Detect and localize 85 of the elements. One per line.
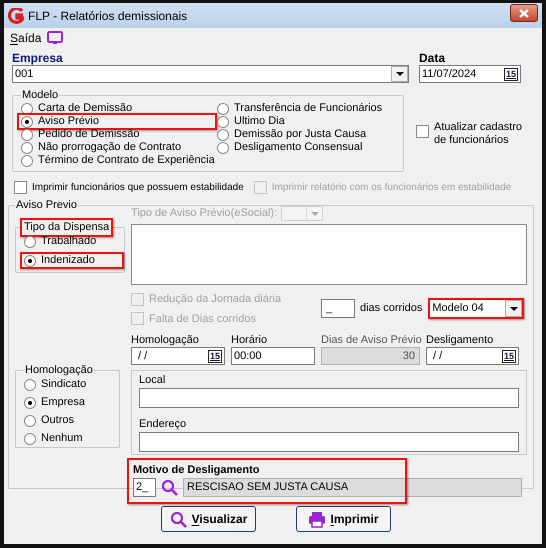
radio-button[interactable] — [24, 432, 36, 444]
code-field[interactable]: 2_ — [133, 478, 156, 497]
memo-box[interactable] — [131, 224, 527, 285]
group-title: Aviso Previo — [15, 199, 78, 212]
calendar-icon[interactable]: 15 — [208, 350, 222, 362]
radio-label: Indenizado — [41, 254, 95, 267]
checkbox-label: Redução da Jornada diária — [149, 292, 282, 307]
close-button[interactable] — [510, 4, 538, 22]
radio-label: Demissão por Justa Causa — [234, 128, 366, 141]
checkbox[interactable] — [416, 125, 429, 138]
preview-button[interactable]: Visualizar — [161, 506, 256, 532]
menu-item[interactable]: Saída — [10, 29, 42, 47]
group-title: Homologação — [24, 364, 94, 377]
radio-label: Transferência de Funcionários — [234, 102, 382, 115]
field-label: Data — [419, 51, 446, 65]
radio-label: Carta de Demissão — [38, 102, 132, 115]
radio-button[interactable] — [24, 396, 36, 408]
radio-label: Desligamento Consensual — [234, 141, 362, 154]
search-icon[interactable] — [161, 479, 178, 496]
field-label: Desligamento — [426, 333, 494, 347]
radio-button[interactable] — [21, 102, 33, 114]
print-button[interactable]: Imprimir — [296, 506, 391, 532]
date-field[interactable]: / / 15 — [131, 347, 225, 365]
radio-button[interactable] — [24, 254, 36, 266]
radio-label: Término de Contrato de Experiência — [38, 154, 215, 167]
checkbox[interactable] — [14, 181, 27, 194]
radio-label: Outros — [41, 414, 74, 427]
group-title: Modelo — [21, 89, 60, 102]
field-label: Local — [139, 373, 166, 387]
radio-label: Empresa — [41, 396, 86, 409]
radio-label: Aviso Prévio — [38, 115, 99, 128]
monitor-icon[interactable] — [47, 31, 64, 45]
field-label: Tipo de Aviso Prévio(eSocial): — [131, 206, 278, 222]
group-title: Tipo da Dispensa — [20, 218, 114, 237]
radio-label: Sindicato — [41, 378, 86, 391]
field-value: 30 — [402, 348, 415, 364]
radio-label: Pedido de Demissão — [38, 128, 140, 141]
local-field[interactable] — [139, 388, 519, 408]
field-value: / / — [432, 348, 444, 364]
radio-label: Nenhum — [41, 432, 83, 445]
field-label: Empresa — [12, 51, 64, 65]
section-label: Motivo de Desligamento — [133, 463, 261, 477]
printer-icon — [308, 510, 326, 528]
calendar-icon[interactable]: 15 — [502, 350, 516, 362]
field-label: Dias de Aviso Prévio — [321, 333, 420, 347]
radio-button[interactable] — [21, 154, 33, 166]
radio-label: Não prorrogação de Contrato — [38, 141, 182, 154]
radio-label: Ultimo Dia — [234, 115, 285, 128]
field-value: 00:00 — [234, 348, 262, 364]
checkbox-label: Falta de Dias corridos — [149, 312, 256, 326]
radio-button[interactable] — [21, 142, 33, 154]
dropdown-button[interactable] — [505, 300, 522, 317]
window-title: FLP - Relatórios demissionais — [28, 8, 188, 24]
time-field[interactable]: 00:00 — [231, 347, 315, 365]
field-label: Horário — [231, 333, 268, 347]
close-icon — [519, 8, 529, 18]
radio-button[interactable] — [24, 378, 36, 390]
field-label: Homologação — [131, 333, 200, 347]
radio-label: Trabalhado — [41, 235, 96, 248]
checkbox-label: Imprimir relatório com os funcionários em estabilidade — [272, 181, 512, 195]
radio-button[interactable] — [217, 116, 229, 128]
calendar-icon[interactable]: 15 — [504, 68, 518, 80]
app-logo-icon — [8, 8, 24, 24]
days-field[interactable]: _ — [321, 299, 355, 318]
company-dropdown[interactable]: 001 — [12, 65, 409, 83]
dropdown-value: 001 — [14, 66, 34, 82]
checkbox-label: Atualizar cadastro de funcionários — [434, 121, 524, 147]
checkbox-label: Imprimir funcionários que possuem estabilidade — [32, 181, 244, 195]
search-icon — [170, 510, 188, 528]
date-field[interactable]: 11/07/2024 15 — [419, 65, 521, 83]
field-value: 11/07/2024 — [421, 66, 478, 82]
field-label: dias corridos — [360, 301, 422, 316]
field-label: Endereço — [139, 417, 188, 431]
radio-button[interactable] — [217, 128, 229, 140]
dropdown-value: Modelo 04 — [431, 301, 485, 316]
date-field[interactable]: / / 15 — [426, 347, 519, 365]
radio-button[interactable] — [24, 414, 36, 426]
address-field[interactable] — [139, 432, 519, 452]
field-value: RESCISAO SEM JUSTA CAUSA — [187, 480, 348, 496]
radio-button[interactable] — [21, 116, 33, 128]
dropdown-button[interactable] — [391, 66, 408, 82]
field-value: / / — [137, 348, 148, 364]
model-dropdown[interactable]: Modelo 04 — [428, 298, 524, 319]
radio-button[interactable] — [217, 142, 229, 154]
radio-button[interactable] — [217, 102, 229, 114]
